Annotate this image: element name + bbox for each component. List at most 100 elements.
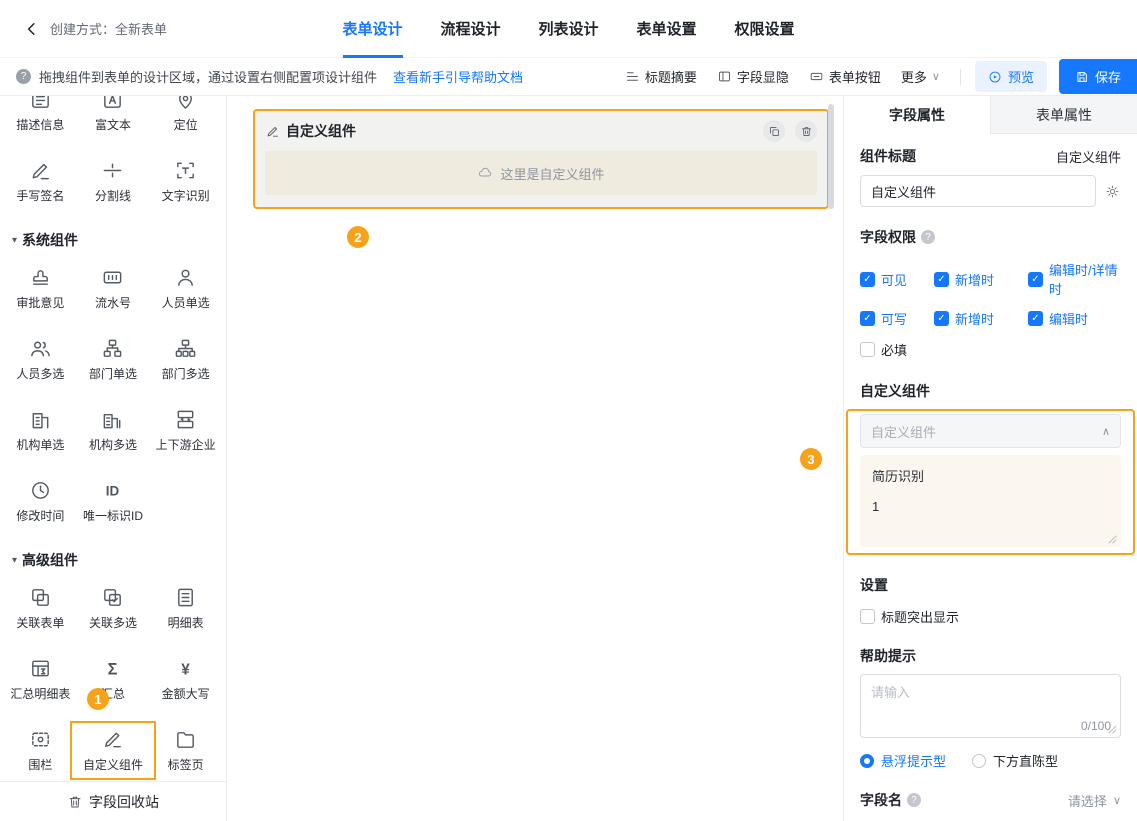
component-title-value: 自定义组件	[1056, 147, 1121, 166]
info-icon: ?	[907, 793, 921, 807]
linked-form-icon	[29, 586, 52, 609]
sidebar-item-org-multi[interactable]: 机构多选	[77, 408, 150, 453]
divider-icon	[101, 159, 124, 182]
sidebar-item-upstream-downstream[interactable]: 上下游企业	[149, 408, 222, 453]
sidebar-item-amount-words[interactable]: ¥ 金额大写	[149, 657, 222, 702]
field-recycle-bin[interactable]: 字段回收站	[0, 781, 226, 821]
dropdown-option-resume-recognition[interactable]: 简历识别	[860, 459, 1121, 492]
description-info-icon	[29, 96, 52, 111]
component-sidebar: 描述信息 富文本 定位 手写签名	[0, 96, 227, 821]
save-icon	[1075, 70, 1089, 84]
sidebar-item-person-single[interactable]: 人员单选	[149, 266, 222, 311]
checkbox-writable-on-edit[interactable]: ✓ 编辑时	[1028, 309, 1121, 328]
sidebar-item-summary-detail-table[interactable]: 汇总明细表	[4, 657, 77, 702]
trash-icon	[800, 125, 813, 138]
more-menu-button[interactable]: 更多 ∨	[901, 67, 940, 86]
tab-permission-settings[interactable]: 权限设置	[735, 0, 795, 58]
component-title-input[interactable]	[860, 175, 1096, 207]
copy-button[interactable]	[763, 120, 785, 142]
detail-table-icon	[174, 586, 197, 609]
tab-form-settings[interactable]: 表单设置	[637, 0, 697, 58]
sidebar-item-signature[interactable]: 手写签名	[4, 159, 77, 204]
annotation-step-1: 1	[87, 688, 109, 710]
custom-component-select[interactable]: 自定义组件 ∧	[860, 414, 1121, 448]
rich-text-icon	[101, 96, 124, 111]
sidebar-item-dept-multi[interactable]: 部门多选	[149, 337, 222, 382]
back-button[interactable]	[20, 17, 44, 41]
field-name-label: 字段名 ?	[860, 790, 921, 810]
tab-list-design[interactable]: 列表设计	[538, 0, 598, 58]
checkbox-visible[interactable]: ✓ 可见	[860, 260, 934, 298]
location-pin-icon	[174, 96, 197, 111]
sidebar-item-detail-table[interactable]: 明细表	[149, 586, 222, 631]
sidebar-item-dept-single[interactable]: 部门单选	[77, 337, 150, 382]
preview-button[interactable]: 预览	[975, 61, 1047, 92]
sidebar-item-rich-text[interactable]: 富文本	[77, 96, 150, 133]
sidebar-item-serial-number[interactable]: 流水号	[77, 266, 150, 311]
tab-flow-design[interactable]: 流程设计	[440, 0, 500, 58]
sidebar-item-approval-comment[interactable]: 审批意见	[4, 266, 77, 311]
canvas-scrollbar[interactable]	[828, 104, 834, 209]
dropdown-option-1[interactable]: 1	[860, 492, 1121, 521]
header: 创建方式：全新表单 表单设计 流程设计 列表设计 表单设置 权限设置	[0, 0, 1137, 58]
save-button[interactable]: 保存	[1059, 59, 1137, 94]
annotation-step-3: 3	[800, 448, 822, 470]
clock-icon	[29, 479, 52, 502]
annotation-box-3: 自定义组件 ∧ 简历识别 1	[846, 409, 1135, 555]
panel-tabs: 字段属性 表单属性	[844, 96, 1137, 134]
checkbox-title-highlight[interactable]: 标题突出显示	[860, 607, 1121, 626]
creation-mode-label: 创建方式：全新表单	[50, 19, 167, 38]
checkbox-visible-on-create[interactable]: ✓ 新增时	[934, 260, 1028, 298]
sidebar-item-divider[interactable]: 分割线	[77, 159, 150, 204]
help-tip-input[interactable]	[871, 682, 1110, 716]
section-advanced-components[interactable]: ▾ 高级组件	[12, 550, 224, 570]
gear-icon[interactable]	[1104, 183, 1121, 200]
info-icon: ?	[16, 69, 31, 84]
tab-field-properties[interactable]: 字段属性	[844, 96, 990, 134]
sidebar-item-person-multi[interactable]: 人员多选	[4, 337, 77, 382]
sidebar-item-linked-form[interactable]: 关联表单	[4, 586, 77, 631]
sidebar-item-org-single[interactable]: 机构单选	[4, 408, 77, 453]
char-counter: 0/100	[1081, 719, 1111, 733]
delete-button[interactable]	[795, 120, 817, 142]
checkbox-writable-on-create[interactable]: ✓ 新增时	[934, 309, 1028, 328]
help-doc-link[interactable]: 查看新手引导帮助文档	[393, 67, 523, 86]
title-summary-button[interactable]: 标题摘要	[625, 67, 697, 86]
advanced-components-grid: 关联表单 关联多选 明细表 汇总明细表 Σ	[2, 580, 224, 779]
system-components-grid: 审批意见 流水号 人员单选 人员多选	[2, 260, 224, 530]
resize-handle-icon[interactable]	[1108, 725, 1117, 734]
sidebar-item-ocr[interactable]: 文字识别	[149, 159, 222, 204]
checkbox-visible-on-edit-detail[interactable]: ✓ 编辑时/详情时	[1028, 260, 1121, 298]
custom-component-card[interactable]: 自定义组件 这里是自定义组件	[253, 109, 829, 209]
tab-form-properties[interactable]: 表单属性	[990, 96, 1137, 134]
sidebar-item-tab-page[interactable]: 标签页	[149, 728, 222, 773]
resize-handle-icon[interactable]	[1108, 535, 1117, 544]
form-buttons-button[interactable]: 表单按钮	[809, 67, 881, 86]
tab-form-design[interactable]: 表单设计	[342, 0, 402, 58]
sidebar-item-custom-component[interactable]: 自定义组件	[77, 728, 150, 773]
sidebar-item-description-info[interactable]: 描述信息	[4, 96, 77, 133]
stamp-icon	[29, 266, 52, 289]
section-system-components[interactable]: ▾ 系统组件	[12, 230, 224, 250]
svg-text:¥: ¥	[181, 661, 190, 678]
sidebar-item-linked-multi[interactable]: 关联多选	[77, 586, 150, 631]
sidebar-item-geofence[interactable]: 围栏	[4, 728, 77, 773]
cloud-icon	[477, 165, 493, 181]
toolbar: ? 拖拽组件到表单的设计区域，通过设置右侧配置项设计组件 查看新手引导帮助文档 …	[0, 58, 1137, 96]
radio-below-tip[interactable]: 下方直陈型	[972, 751, 1058, 770]
radio-unselected-icon	[972, 754, 986, 768]
chevron-down-icon: ∨	[932, 70, 940, 83]
field-visibility-button[interactable]: 字段显隐	[717, 67, 789, 86]
sidebar-item-modified-time[interactable]: 修改时间	[4, 479, 77, 524]
unchecked-icon	[860, 342, 875, 357]
up-down-stream-icon	[174, 408, 197, 431]
field-name-select[interactable]: 请选择 ∨	[1068, 791, 1121, 810]
triangle-down-icon: ▾	[12, 555, 17, 566]
sidebar-item-unique-id[interactable]: ID 唯一标识ID	[77, 479, 150, 524]
help-tip-label: 帮助提示	[860, 646, 1121, 666]
checkbox-writable[interactable]: ✓ 可写	[860, 309, 934, 328]
form-canvas[interactable]: 自定义组件 这里是自定义组件	[227, 96, 843, 821]
checkbox-required[interactable]: 必填	[860, 340, 1121, 359]
sidebar-item-location[interactable]: 定位	[149, 96, 222, 133]
radio-floating-tip[interactable]: 悬浮提示型	[860, 751, 946, 770]
